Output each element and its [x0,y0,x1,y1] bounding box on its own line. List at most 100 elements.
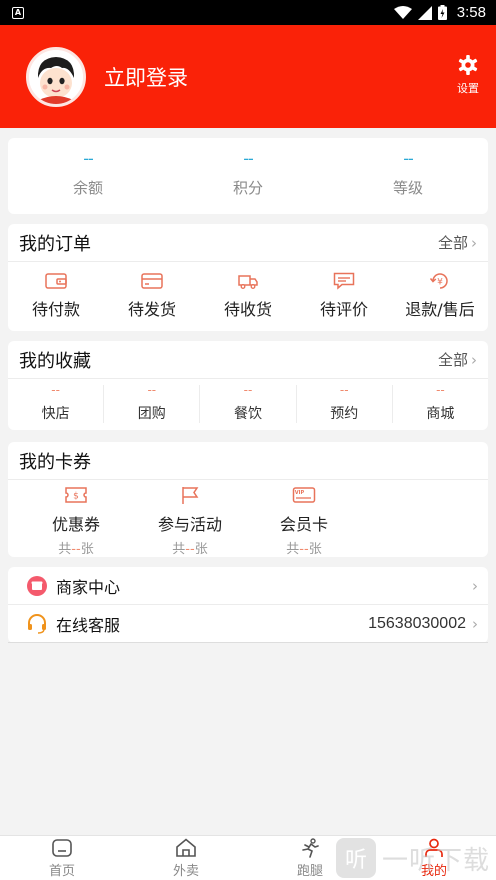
order-label: 待收货 [223,300,272,319]
fav-count: -- [243,383,253,397]
clock: 3:58 [456,4,486,21]
fav-label: 快店 [41,406,70,422]
cards-header: 我的卡券 [8,442,488,480]
coupon-entry[interactable]: $ 优惠券 共--张 [22,485,130,557]
profile-header: 立即登录 设置 [0,25,496,128]
fav-label: 预约 [330,406,359,422]
activity-count: 共--张 [172,542,208,557]
order-label: 待发货 [127,300,176,319]
member-card-entry[interactable]: VIP 会员卡 共--张 [250,485,358,557]
order-pending-review[interactable]: 待评价 [296,272,392,320]
watermark-badge: 听 [336,838,376,878]
card-icon [141,273,163,289]
gear-icon [458,55,478,75]
fav-mall[interactable]: -- 商城 [393,383,488,423]
battery-icon [437,5,447,20]
settings-label: 设置 [457,82,479,95]
tab-label: 跑腿 [296,864,323,879]
watermark: 听 一听下载 [336,836,496,880]
fav-booking[interactable]: -- 预约 [297,383,393,423]
svg-text:$: $ [73,492,79,502]
refund-icon: ¥ [429,273,448,289]
online-service-label: 在线客服 [56,615,121,635]
account-stats: -- 余额 -- 积分 -- 等级 [8,138,488,214]
app-notification-icon: A [12,6,24,19]
orders-view-all-link[interactable]: 全部 › [438,232,477,253]
merchant-store-icon [27,575,47,596]
fav-dining[interactable]: -- 餐饮 [200,383,297,423]
favorites-view-all-link[interactable]: 全部 › [438,349,477,370]
fav-quick-shop[interactable]: -- 快店 [8,383,105,423]
balance-label: 余额 [72,178,103,197]
fav-count: -- [51,383,60,397]
tab-home[interactable]: 首页 [0,836,124,880]
home-icon [52,839,72,857]
balance-stat[interactable]: -- 余额 [8,138,168,214]
cards-title: 我的卡券 [19,451,91,473]
flag-icon [182,487,199,504]
fav-group-buy[interactable]: -- 团购 [104,383,201,423]
coupon-icon: $ [65,487,87,503]
favorites-header: 我的收藏 全部 › [8,341,488,379]
settings-button[interactable]: 设置 [457,55,479,96]
coupon-count: 共--张 [58,542,94,557]
wallet-icon [45,273,67,289]
favorites-view-all-label: 全部 [437,351,468,369]
level-value: -- [403,148,414,168]
balance-value: -- [83,148,94,168]
order-refund-aftersale[interactable]: ¥ 退款/售后 [392,272,488,320]
coupon-label: 优惠券 [51,515,100,534]
headset-icon [28,613,46,634]
service-phone: 15638030002 [368,614,466,632]
level-stat[interactable]: -- 等级 [328,138,488,214]
my-orders-section: 我的订单 全部 › 待付款 待发货 待收货 待评价 ¥ 退款/售后 [8,224,488,331]
online-service-row[interactable]: 在线客服 15638030002 › [8,605,488,643]
level-label: 等级 [392,178,423,197]
points-value: -- [243,148,254,168]
chevron-right-icon: › [471,233,477,252]
fav-count: -- [436,383,445,397]
svg-text:¥: ¥ [437,278,443,288]
member-card-label: 会员卡 [279,515,328,534]
order-pending-receipt[interactable]: 待收货 [200,272,296,320]
order-pending-shipment[interactable]: 待发货 [104,272,200,320]
svg-text:VIP: VIP [295,490,305,496]
orders-header: 我的订单 全部 › [8,224,488,262]
activity-entry[interactable]: 参与活动 共--张 [136,485,244,557]
orders-view-all-label: 全部 [437,234,468,252]
my-cards-section: 我的卡券 $ 优惠券 共--张 参与活动 共--张 VIP 会员卡 共--张 [8,442,488,557]
fav-label: 团购 [137,406,166,422]
default-avatar-icon [29,49,83,104]
fav-count: -- [339,383,349,397]
order-label: 待付款 [31,300,80,319]
watermark-text: 一听下载 [382,845,491,876]
favorites-title: 我的收藏 [19,350,91,372]
tab-takeout[interactable]: 外卖 [124,836,248,880]
fav-label: 商城 [426,406,455,422]
member-card-count: 共--张 [286,542,322,557]
chevron-right-icon: › [472,576,478,595]
runner-icon [302,838,319,858]
fav-count: -- [147,383,157,397]
activity-label: 参与活动 [157,515,222,534]
order-label: 待评价 [319,300,368,319]
comment-icon [333,272,355,290]
vip-card-icon: VIP [292,487,316,503]
cell-signal-icon [417,5,432,20]
my-favorites-section: 我的收藏 全部 › -- 快店 -- 团购 -- 餐饮 -- 预约 -- 商城 [8,341,488,430]
chevron-right-icon: › [472,614,478,633]
merchant-center-row[interactable]: 商家中心 › [8,567,488,605]
status-bar: A 3:58 [0,0,496,25]
tab-label: 首页 [48,864,75,879]
takeout-icon [176,838,196,857]
points-label: 积分 [232,178,263,197]
tab-label: 外卖 [172,864,199,879]
points-stat[interactable]: -- 积分 [168,138,328,214]
truck-icon [238,275,258,289]
login-link[interactable]: 立即登录 [104,62,188,92]
service-list: 商家中心 › 在线客服 15638030002 › [8,567,488,643]
order-pending-payment[interactable]: 待付款 [8,272,104,320]
orders-title: 我的订单 [19,233,91,255]
avatar[interactable] [26,46,86,107]
fav-label: 餐饮 [234,406,262,422]
